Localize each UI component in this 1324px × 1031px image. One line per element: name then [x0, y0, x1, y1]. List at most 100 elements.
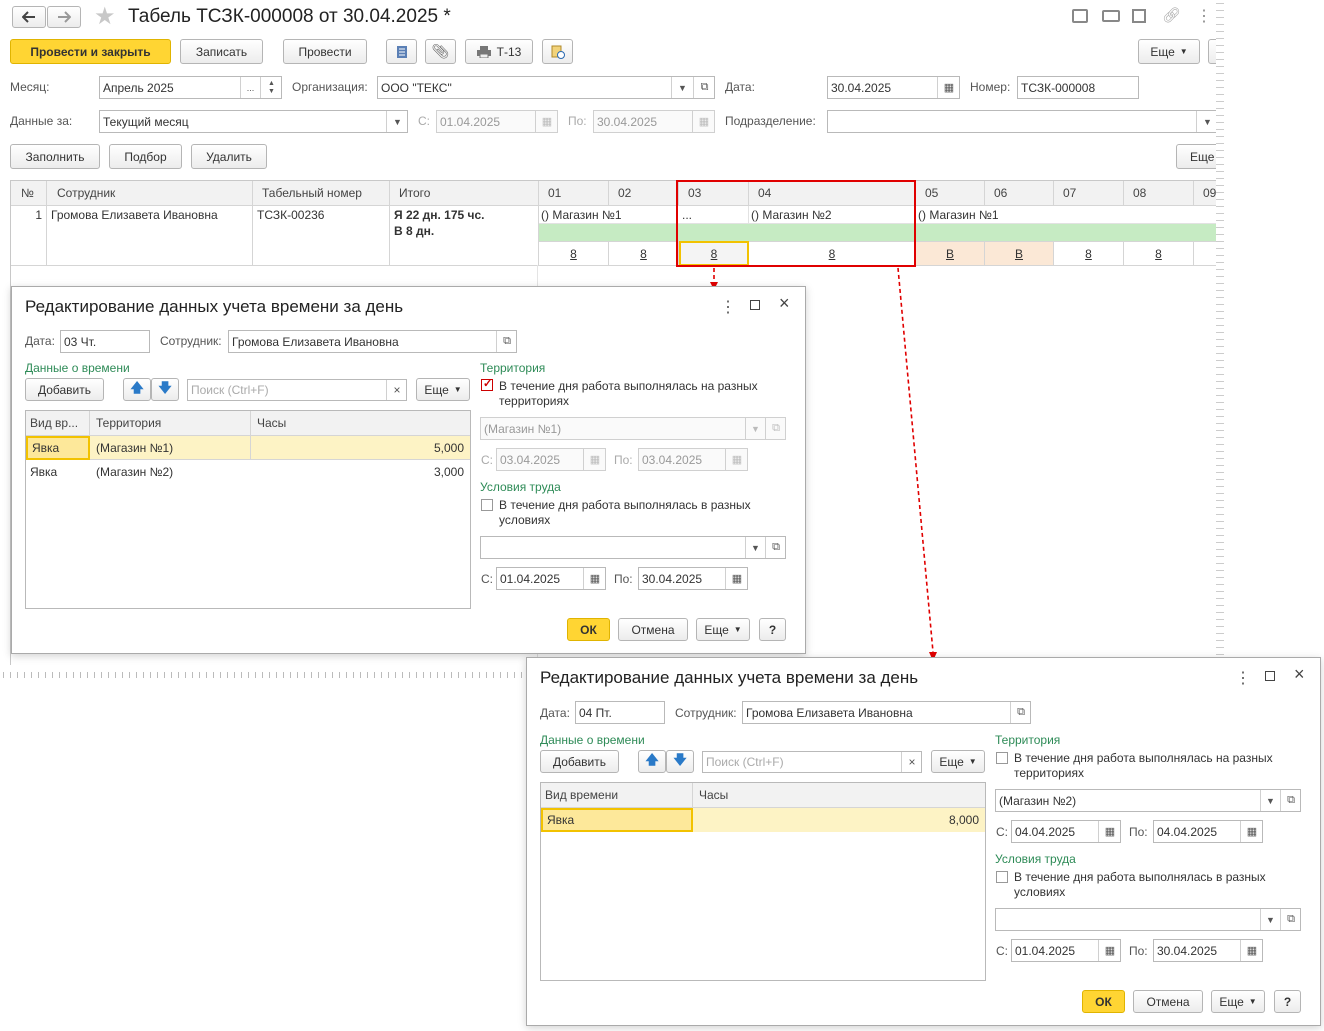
- conditions-multi-checkbox[interactable]: [481, 499, 493, 511]
- c-from-field[interactable]: 01.04.2025 ▦: [496, 567, 606, 590]
- row1-hours[interactable]: 5,000: [251, 436, 470, 460]
- territory-open-button: ⧉: [765, 418, 785, 439]
- col-kind-header[interactable]: Вид вр...: [26, 411, 90, 436]
- open-window-icon: ⧉: [1287, 913, 1295, 925]
- c-to-label: По:: [614, 572, 633, 586]
- row1-hours[interactable]: 8,000: [693, 808, 985, 832]
- search-placeholder: Поиск (Ctrl+F): [191, 383, 269, 397]
- employee-open-button[interactable]: ⧉: [1010, 702, 1030, 723]
- c-to-field[interactable]: 30.04.2025 ▦: [1153, 939, 1263, 962]
- maximize-icon[interactable]: [750, 300, 760, 310]
- dialog-more-button[interactable]: Еще ▼: [416, 378, 470, 401]
- cancel-button[interactable]: Отмена: [618, 618, 688, 641]
- territory-open-button[interactable]: ⧉: [1280, 790, 1300, 811]
- close-icon[interactable]: ×: [1294, 664, 1305, 685]
- conditions-multi-checkbox[interactable]: [996, 871, 1008, 883]
- conditions-multi-label[interactable]: В течение дня работа выполнялась в разны…: [499, 498, 789, 528]
- c-from-calendar-button[interactable]: ▦: [583, 568, 605, 589]
- move-up-button[interactable]: 🡅: [123, 378, 151, 401]
- dialog-more-button[interactable]: Еще ▼: [931, 750, 985, 773]
- cancel-button[interactable]: Отмена: [1133, 990, 1203, 1013]
- row2-kind[interactable]: Явка: [26, 460, 90, 484]
- add-button[interactable]: Добавить: [540, 750, 619, 773]
- t-to-calendar-button[interactable]: ▦: [1240, 821, 1262, 842]
- dialog-more-bottom-button[interactable]: Еще ▼: [696, 618, 750, 641]
- dialog-more-bottom-button[interactable]: Еще ▼: [1211, 990, 1265, 1013]
- conditions-open-button[interactable]: ⧉: [1280, 909, 1300, 930]
- territory-multi-label[interactable]: В течение дня работа выполнялась на разн…: [1014, 751, 1304, 781]
- time-data-table: Вид времени Часы Явка 8,000: [540, 782, 986, 981]
- calendar-icon: ▦: [589, 573, 601, 585]
- conditions-select[interactable]: ▼ ⧉: [995, 908, 1301, 931]
- c-to-value: 30.04.2025: [1157, 943, 1218, 958]
- help-button[interactable]: ?: [759, 618, 786, 641]
- c-from-field[interactable]: 01.04.2025 ▦: [1011, 939, 1121, 962]
- col-hours-header[interactable]: Часы: [693, 783, 985, 808]
- chevron-down-icon: ▼: [968, 757, 977, 766]
- dialog-employee-field[interactable]: Громова Елизавета Ивановна ⧉: [228, 330, 517, 353]
- calendar-icon: ▦: [731, 454, 743, 466]
- row1-kind[interactable]: Явка: [26, 436, 90, 460]
- conditions-dropdown-button[interactable]: ▼: [1260, 909, 1280, 930]
- territory-multi-label[interactable]: В течение дня работа выполнялась на разн…: [499, 379, 789, 409]
- row2-territory[interactable]: (Магазин №2): [90, 460, 251, 484]
- move-up-button[interactable]: 🡅: [638, 750, 666, 773]
- conditions-dropdown-button[interactable]: ▼: [745, 537, 765, 558]
- territory-select: (Магазин №1) ▼ ⧉: [480, 417, 786, 440]
- territory-multi-checkbox[interactable]: [996, 752, 1008, 764]
- chevron-down-icon: ▼: [1248, 997, 1257, 1006]
- territory-dropdown-button: ▼: [745, 418, 765, 439]
- help-button[interactable]: ?: [1274, 990, 1301, 1013]
- add-button[interactable]: Добавить: [25, 378, 104, 401]
- col-hours-header[interactable]: Часы: [251, 411, 470, 436]
- dropdown-arrow-icon: ▼: [1266, 795, 1275, 806]
- open-window-icon: ⧉: [1287, 794, 1295, 806]
- dialog-employee-value: Громова Елизавета Ивановна: [232, 334, 399, 349]
- calendar-icon: ▦: [1246, 945, 1258, 957]
- row1-kind[interactable]: Явка: [541, 808, 693, 832]
- conditions-multi-label[interactable]: В течение дня работа выполнялась в разны…: [1014, 870, 1304, 900]
- t-from-value: 04.04.2025: [1015, 824, 1076, 839]
- col-kind-header[interactable]: Вид времени: [541, 783, 693, 808]
- c-to-value: 30.04.2025: [642, 571, 703, 586]
- conditions-open-button[interactable]: ⧉: [765, 537, 785, 558]
- employee-open-button[interactable]: ⧉: [496, 331, 516, 352]
- ok-button[interactable]: ОК: [567, 618, 610, 641]
- more-label: Еще: [424, 382, 449, 397]
- dialog-date-field[interactable]: 03 Чт.: [60, 330, 150, 353]
- t-to-field[interactable]: 04.04.2025 ▦: [1153, 820, 1263, 843]
- t-from-field[interactable]: 04.04.2025 ▦: [1011, 820, 1121, 843]
- t-from-calendar-button[interactable]: ▦: [1098, 821, 1120, 842]
- c-to-field[interactable]: 30.04.2025 ▦: [638, 567, 748, 590]
- calendar-icon: ▦: [1104, 945, 1116, 957]
- ok-button[interactable]: ОК: [1082, 990, 1125, 1013]
- territory-dropdown-button[interactable]: ▼: [1260, 790, 1280, 811]
- more-vertical-icon[interactable]: ⋮: [1235, 668, 1251, 688]
- chevron-down-icon: ▼: [733, 625, 742, 634]
- search-clear-button[interactable]: ×: [901, 752, 921, 772]
- move-down-button[interactable]: 🡇: [666, 750, 694, 773]
- move-down-button[interactable]: 🡇: [151, 378, 179, 401]
- c-to-calendar-button[interactable]: ▦: [725, 568, 747, 589]
- row1-territory[interactable]: (Магазин №1): [90, 436, 251, 460]
- search-input[interactable]: Поиск (Ctrl+F) ×: [702, 751, 922, 773]
- close-icon[interactable]: ×: [779, 293, 790, 314]
- c-from-label: С:: [996, 944, 1008, 958]
- col-territory-header[interactable]: Территория: [90, 411, 251, 436]
- maximize-icon[interactable]: [1265, 671, 1275, 681]
- calendar-icon: ▦: [731, 573, 743, 585]
- dialog-date-field[interactable]: 04 Пт.: [575, 701, 665, 724]
- c-from-calendar-button[interactable]: ▦: [1098, 940, 1120, 961]
- territory-multi-checkbox[interactable]: [481, 377, 493, 391]
- row2-hours[interactable]: 3,000: [251, 460, 470, 484]
- more-vertical-icon[interactable]: ⋮: [720, 297, 736, 317]
- time-data-label: Данные о времени: [25, 361, 130, 375]
- c-from-value: 01.04.2025: [500, 571, 561, 586]
- search-clear-button[interactable]: ×: [386, 380, 406, 400]
- search-input[interactable]: Поиск (Ctrl+F) ×: [187, 379, 407, 401]
- conditions-select[interactable]: ▼ ⧉: [480, 536, 786, 559]
- c-to-calendar-button[interactable]: ▦: [1240, 940, 1262, 961]
- clear-x-icon: ×: [908, 755, 916, 769]
- territory-select[interactable]: (Магазин №2) ▼ ⧉: [995, 789, 1301, 812]
- dialog-employee-field[interactable]: Громова Елизавета Ивановна ⧉: [742, 701, 1031, 724]
